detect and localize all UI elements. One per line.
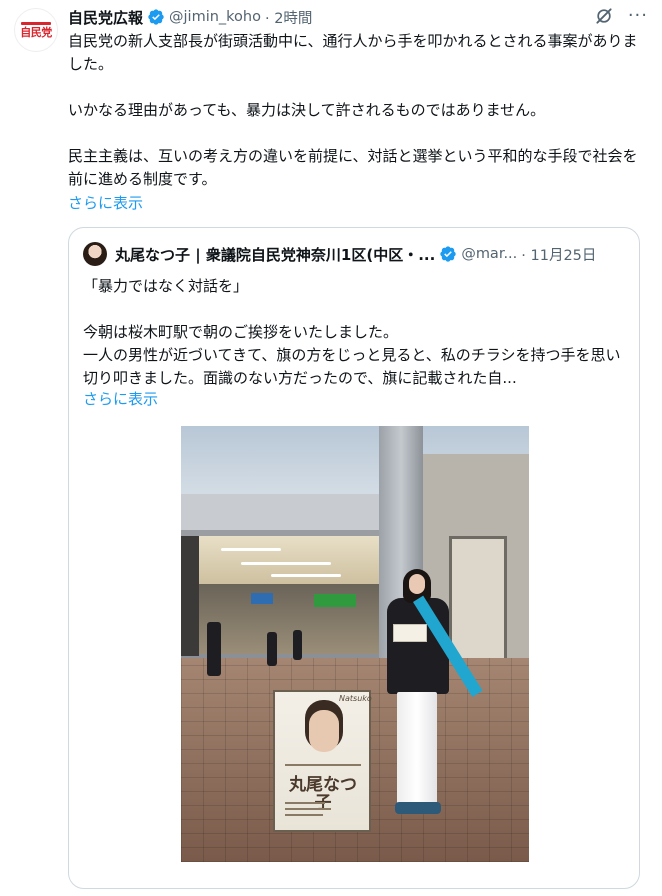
- quote-photo[interactable]: Natsuko 丸尾なつ子: [181, 426, 529, 862]
- author-name[interactable]: 自民党広報: [68, 7, 143, 28]
- quote-time[interactable]: · 11月25日: [521, 244, 596, 265]
- verified-badge-icon[interactable]: [147, 8, 165, 26]
- show-more-link[interactable]: さらに表示: [68, 192, 143, 213]
- tweet[interactable]: 自民党 自民党広報 @jimin_koho · 2時間 ··· 自民党の新人支部…: [0, 0, 662, 896]
- author-handle[interactable]: @jimin_koho: [169, 9, 261, 25]
- quote-show-more-link[interactable]: さらに表示: [83, 388, 158, 409]
- quote-author-name[interactable]: 丸尾なつ子 | 衆議院自民党神奈川1区(中区・...: [115, 244, 435, 265]
- avatar-logo-text: 自民党: [20, 26, 52, 39]
- board-top-text: Natsuko: [339, 694, 372, 703]
- grok-icon[interactable]: [594, 6, 614, 26]
- verified-badge-icon[interactable]: [439, 245, 457, 263]
- quote-author-avatar[interactable]: [83, 242, 107, 266]
- quote-author-handle[interactable]: @mar...: [461, 246, 517, 262]
- quote-paragraph: 今朝は桜木町駅で朝のご挨拶をいたしました。: [83, 323, 399, 341]
- logo-stripe: [21, 22, 51, 25]
- quoted-tweet[interactable]: 丸尾なつ子 | 衆議院自民党神奈川1区(中区・... @mar... · 11月…: [68, 227, 640, 889]
- quote-paragraph: 一人の男性が近づいてきて、旗の方をじっと見ると、私のチラシを持つ手を思い切り叩き…: [83, 346, 621, 387]
- header-actions: ···: [594, 6, 648, 26]
- tweet-time[interactable]: · 2時間: [265, 7, 312, 28]
- tweet-paragraph: いかなる理由があっても、暴力は決して許されるものではありません。: [68, 101, 546, 119]
- quote-header: 丸尾なつ子 | 衆議院自民党神奈川1区(中区・... @mar... · 11月…: [83, 242, 627, 266]
- board-name: 丸尾なつ子: [289, 775, 357, 813]
- tweet-paragraph: 民主主義は、互いの考え方の違いを前提に、対話と選挙という平和的な手段で社会を前に…: [68, 147, 638, 188]
- tweet-paragraph: 自民党の新人支部長が街頭活動中に、通行人から手を叩かれるとされる事案がありました…: [68, 32, 638, 73]
- quote-body: 「暴力ではなく対話を」 今朝は桜木町駅で朝のご挨拶をいたしました。 一人の男性が…: [83, 275, 629, 390]
- more-options-icon[interactable]: ···: [628, 7, 648, 25]
- author-avatar[interactable]: 自民党: [14, 8, 58, 52]
- tweet-body: 自民党の新人支部長が街頭活動中に、通行人から手を叩かれるとされる事案がありました…: [68, 30, 640, 191]
- campaign-board: Natsuko 丸尾なつ子: [273, 690, 372, 832]
- tweet-header: 自民党広報 @jimin_koho · 2時間 ···: [68, 6, 648, 28]
- quote-paragraph: 「暴力ではなく対話を」: [83, 277, 249, 295]
